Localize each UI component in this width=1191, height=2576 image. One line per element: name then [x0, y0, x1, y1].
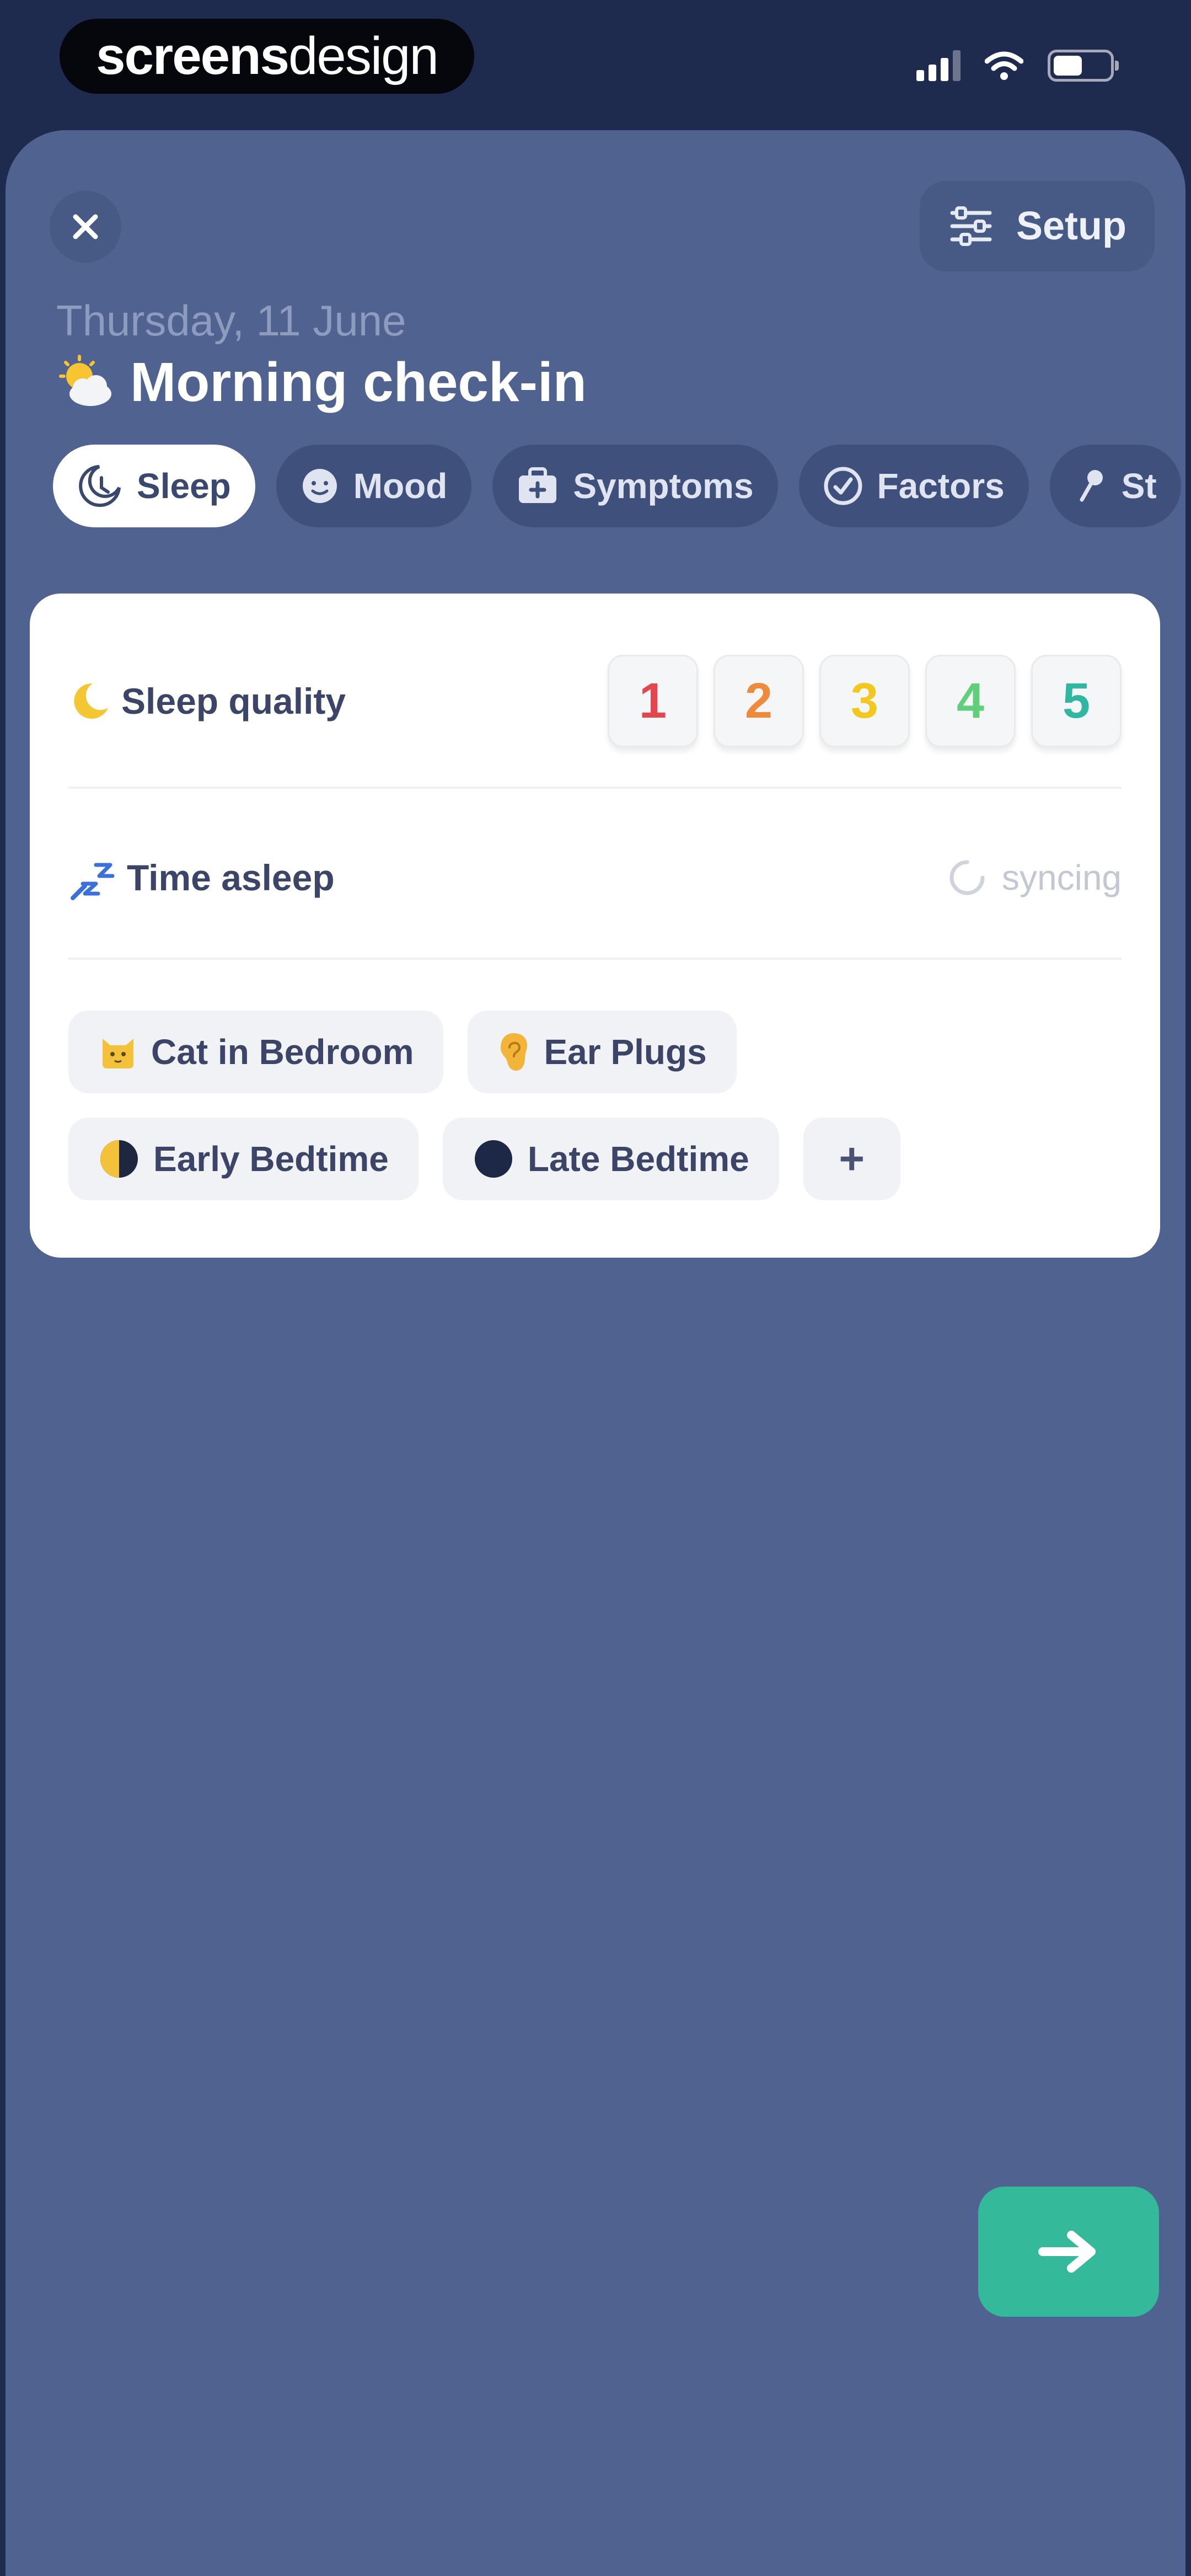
add-icon: + [839, 1134, 865, 1183]
syncing-label: syncing [1002, 858, 1122, 897]
half-moon-icon [100, 1140, 138, 1178]
tag-label: Late Bedtime [527, 1139, 749, 1179]
cat-icon [103, 1039, 133, 1068]
tab-factors-label: Factors [877, 466, 1005, 506]
zzz-icon [71, 863, 115, 900]
tag-label: Ear Plugs [544, 1032, 707, 1072]
rating-5-button[interactable]: 5 [1031, 655, 1122, 747]
sync-spinner-icon [949, 860, 985, 895]
sleep-quality-label: Sleep quality [121, 681, 346, 722]
tab-st[interactable]: St [1049, 445, 1181, 527]
cellular-signal-icon [916, 50, 961, 81]
rating-4-value: 4 [956, 673, 985, 729]
page-title-text: Morning check-in [130, 351, 587, 413]
wifi-icon [985, 51, 1023, 80]
status-icons [916, 50, 1119, 82]
ear-icon [501, 1033, 528, 1071]
rating-2-button[interactable]: 2 [713, 655, 804, 747]
next-button[interactable] [978, 2187, 1159, 2317]
tag-early-bedtime[interactable]: Early Bedtime [68, 1118, 419, 1200]
tab-mood-label: Mood [353, 466, 448, 506]
tag-row: Early Bedtime Late Bedtime + [68, 1118, 1116, 1200]
close-button[interactable] [50, 191, 121, 263]
brand-logo: screens design [60, 19, 474, 94]
check-in-date: Thursday, 11 June [56, 296, 406, 345]
page-title: Morning check-in [56, 351, 587, 414]
rating-5-value: 5 [1062, 673, 1091, 729]
rating-3-button[interactable]: 3 [819, 655, 910, 747]
face-icon [302, 469, 337, 503]
tag-label: Cat in Bedroom [151, 1032, 414, 1072]
sleep-factor-tags: Cat in Bedroom Ear Plugs Early Bedtime L… [68, 1011, 1116, 1225]
brand-text-bold: screens [96, 26, 289, 85]
setup-label: Setup [1016, 204, 1126, 248]
sleep-quality-row: Sleep quality 1 2 3 4 5 [68, 649, 1122, 753]
tab-sleep-label: Sleep [137, 466, 231, 506]
tag-late-bedtime[interactable]: Late Bedtime [442, 1118, 779, 1200]
time-asleep-label-group: Time asleep [68, 853, 335, 902]
tag-row: Cat in Bedroom Ear Plugs [68, 1011, 1116, 1093]
tab-sleep[interactable]: Sleep [53, 445, 255, 527]
tab-symptoms-label: Symptoms [573, 466, 754, 506]
sleep-quality-label-group: Sleep quality [68, 679, 346, 723]
sleep-card: Sleep quality 1 2 3 4 5 Time asleep sync… [30, 594, 1160, 1258]
divider [68, 958, 1122, 960]
tag-cat-in-bedroom[interactable]: Cat in Bedroom [68, 1011, 444, 1093]
pin-icon [1080, 470, 1103, 502]
new-moon-icon [474, 1140, 512, 1178]
sleep-quality-rating: 1 2 3 4 5 [608, 655, 1122, 747]
brand-text-light: design [288, 26, 439, 85]
rating-4-button[interactable]: 4 [925, 655, 1016, 747]
tab-st-label: St [1121, 466, 1157, 506]
sun-behind-cloud-icon [59, 354, 111, 406]
rating-1-button[interactable]: 1 [608, 655, 698, 747]
factors-icon [824, 467, 862, 505]
divider [68, 787, 1122, 789]
tag-label: Early Bedtime [153, 1139, 389, 1179]
rating-3-value: 3 [850, 673, 879, 729]
tab-mood[interactable]: Mood [276, 445, 472, 527]
battery-icon [1048, 50, 1119, 82]
syncing-status: syncing [947, 857, 1122, 898]
sliders-icon [950, 206, 992, 246]
arrow-right-icon [1038, 2231, 1096, 2273]
rating-2-value: 2 [744, 673, 773, 729]
time-asleep-label: Time asleep [127, 857, 335, 898]
tab-symptoms[interactable]: Symptoms [492, 445, 778, 527]
status-bar: screens design [0, 0, 1191, 127]
medical-kit-icon [519, 467, 557, 503]
tag-ear-plugs[interactable]: Ear Plugs [468, 1011, 737, 1093]
tab-factors[interactable]: Factors [798, 445, 1029, 527]
category-tabs: Sleep Mood Symptoms Factors St [53, 445, 1181, 527]
rating-1-value: 1 [639, 673, 667, 729]
moon-clock-icon [79, 465, 121, 507]
time-asleep-row[interactable]: Time asleep syncing [68, 831, 1122, 924]
screen: screens design Setup Thursday, 11 June M… [0, 0, 1191, 2576]
add-tag-button[interactable]: + [803, 1118, 900, 1200]
crescent-moon-icon [74, 683, 108, 719]
close-icon [73, 214, 98, 239]
setup-button[interactable]: Setup [920, 181, 1155, 271]
